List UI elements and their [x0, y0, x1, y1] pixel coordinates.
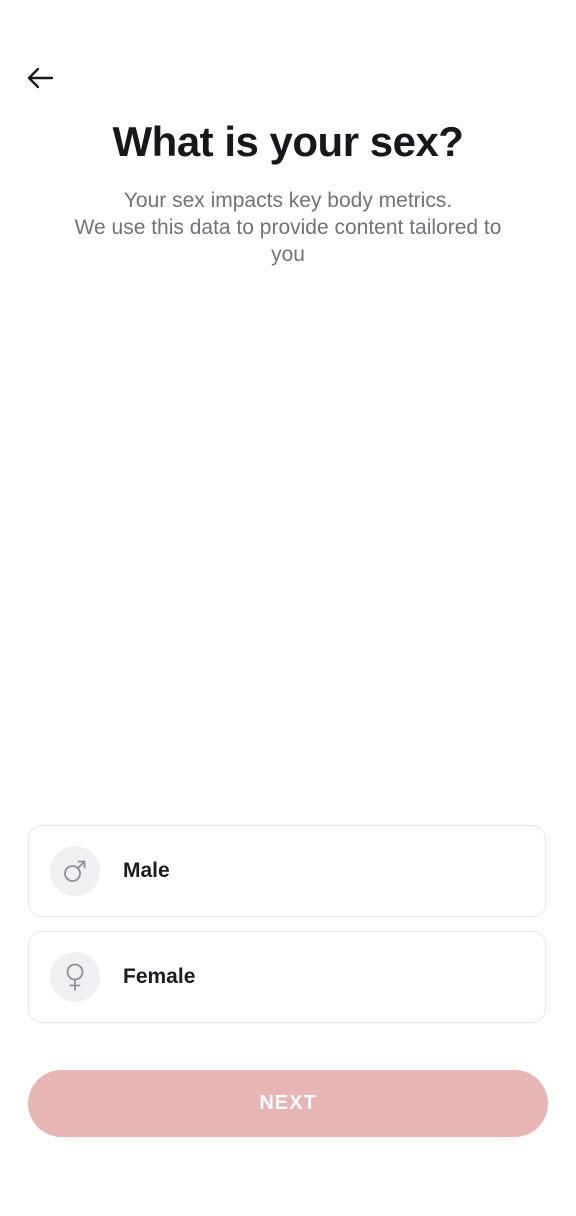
- page-subtitle: Your sex impacts key body metrics. We us…: [36, 187, 540, 268]
- male-symbol-icon: [50, 846, 100, 896]
- sex-selection-screen: What is your sex? Your sex impacts key b…: [0, 0, 576, 1216]
- subtitle-line-1: Your sex impacts key body metrics.: [123, 189, 453, 212]
- option-female-label: Female: [123, 965, 196, 988]
- arrow-left-icon: [27, 67, 54, 89]
- option-male-label: Male: [123, 859, 170, 882]
- subtitle-line-3: you: [271, 243, 305, 266]
- subtitle-line-2: We use this data to provide content tail…: [74, 216, 502, 239]
- option-male[interactable]: Male: [28, 825, 546, 917]
- option-female[interactable]: Female: [28, 931, 546, 1023]
- page-title: What is your sex?: [112, 118, 464, 165]
- back-button[interactable]: [20, 60, 60, 96]
- female-symbol-icon: [50, 952, 100, 1002]
- next-button[interactable]: NEXT: [28, 1070, 548, 1137]
